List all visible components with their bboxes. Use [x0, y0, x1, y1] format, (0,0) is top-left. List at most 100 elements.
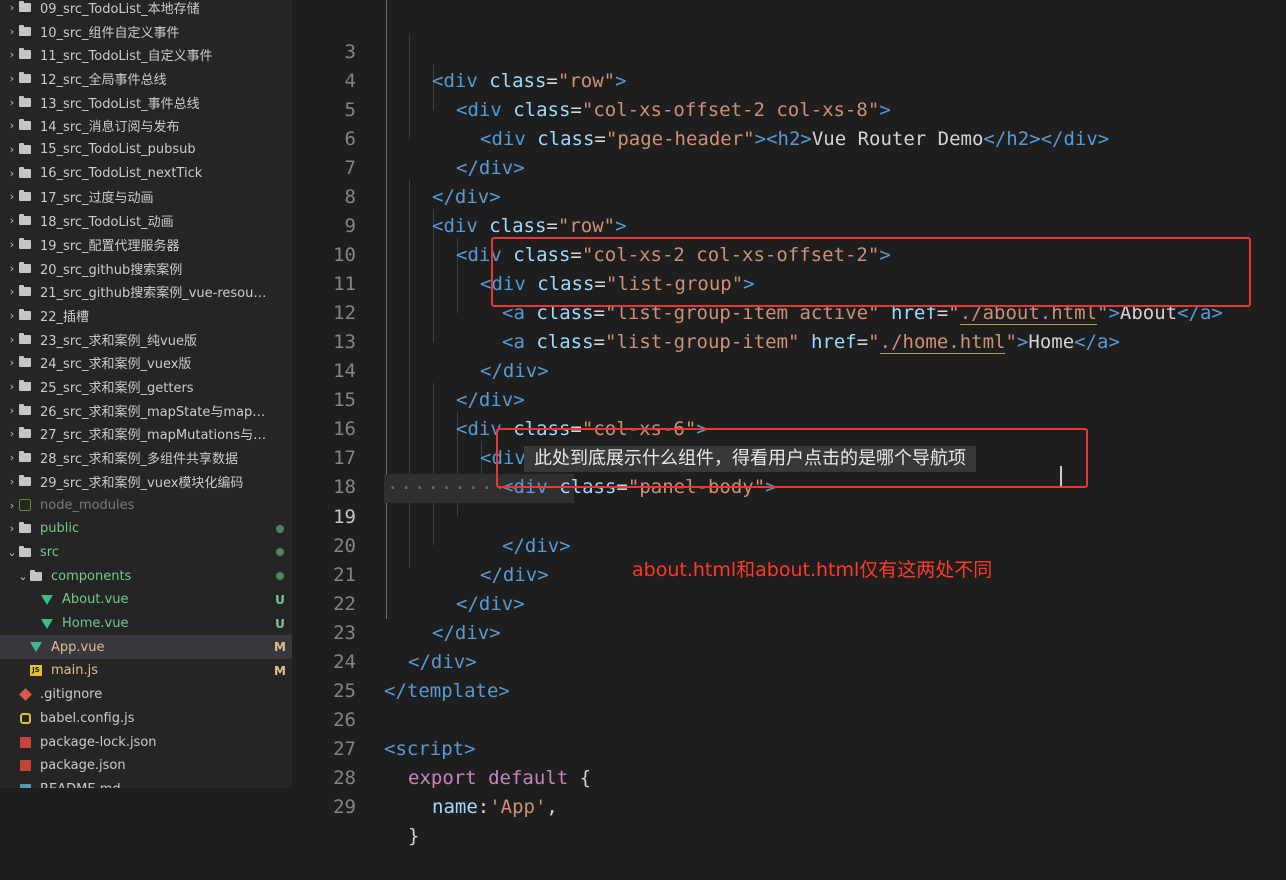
- code-line[interactable]: 3 <div class="row">: [292, 9, 1286, 92]
- tree-item-label: babel.config.js: [40, 710, 135, 726]
- tree-item-label: 17_src_过度与动画: [40, 191, 154, 207]
- tree-item[interactable]: › 13_src_TodoList_事件总线: [0, 90, 292, 114]
- tree-item[interactable]: › 27_src_求和案例_mapMutations与ma...: [0, 422, 292, 446]
- code-line[interactable]: 8 <div class="row">: [292, 154, 1286, 237]
- tree-item[interactable]: › 25_src_求和案例_getters: [0, 375, 292, 399]
- tree-item-label: 12_src_全局事件总线: [40, 72, 167, 88]
- file-explorer: › 09_src_TodoList_本地存储 › 10_src_组件自定义事件 › 11_…: [0, 0, 292, 788]
- chevron-right-icon: ›: [9, 24, 15, 38]
- tree-item[interactable]: ⌄ src: [0, 541, 292, 565]
- code-line[interactable]: 4 <div class="col-xs-offset-2 col-xs-8">: [292, 38, 1286, 121]
- code-line[interactable]: 14 </div>: [292, 328, 1286, 411]
- folder-icon: [18, 24, 32, 37]
- tree-item[interactable]: babel.config.js: [0, 707, 292, 731]
- tree-item-label: 28_src_求和案例_多组件共享数据: [40, 452, 239, 468]
- tree-item[interactable]: › 16_src_TodoList_nextTick: [0, 161, 292, 185]
- tree-item-label: .gitignore: [40, 687, 103, 703]
- tree-item[interactable]: › 12_src_全局事件总线: [0, 67, 292, 91]
- tree-item[interactable]: JS main.js M: [0, 659, 292, 683]
- code-line[interactable]: 16 <div class="panel">: [292, 386, 1286, 469]
- folder-icon: [18, 403, 32, 416]
- tree-item-label: 25_src_求和案例_getters: [40, 381, 194, 397]
- folder-icon: [18, 332, 32, 345]
- folder-icon: [18, 356, 32, 369]
- tree-item[interactable]: › node_modules: [0, 493, 292, 517]
- tree-item[interactable]: › 15_src_TodoList_pubsub: [0, 138, 292, 162]
- git-status-dot: [268, 569, 292, 583]
- tree-item-label: 16_src_TodoList_nextTick: [40, 165, 203, 181]
- tree-item[interactable]: About.vue U: [0, 588, 292, 612]
- folder-icon: [18, 308, 32, 321]
- tree-item-label: 27_src_求和案例_mapMutations与ma...: [40, 428, 268, 444]
- code-line[interactable]: 29 }: [292, 764, 1286, 847]
- json-file-icon: [18, 760, 32, 772]
- code-line[interactable]: 5 <div class="page-header"><h2>Vue Route…: [292, 67, 1286, 150]
- tree-item-label: public: [40, 521, 80, 537]
- chevron-right-icon: ›: [9, 380, 15, 394]
- tree-item[interactable]: › 17_src_过度与动画: [0, 185, 292, 209]
- js-file-icon: JS: [29, 665, 43, 677]
- chevron-right-icon: ›: [9, 522, 15, 536]
- code-editor[interactable]: ·········· 3 <div class="row"> 4 <div cl…: [292, 0, 1286, 847]
- code-line[interactable]: 28 name:'App',: [292, 735, 1286, 818]
- folder-icon: [18, 190, 32, 203]
- tree-item[interactable]: App.vue M: [0, 635, 292, 660]
- tree-item-label: Home.vue: [62, 616, 129, 632]
- tree-item[interactable]: ⌄ components: [0, 564, 292, 588]
- tree-item-label: 21_src_github搜索案例_vue-resource: [40, 286, 268, 302]
- tree-item[interactable]: › 22_插槽: [0, 304, 292, 328]
- chevron-right-icon: ›: [9, 190, 15, 204]
- code-line[interactable]: 26 <script>: [292, 677, 1286, 760]
- tree-item-label: 10_src_组件自定义事件: [40, 25, 180, 41]
- chevron-right-icon: ›: [9, 356, 15, 370]
- chevron-right-icon: ›: [9, 71, 15, 85]
- tree-item[interactable]: › 11_src_TodoList_自定义事件: [0, 43, 292, 67]
- folder-icon: [18, 0, 32, 13]
- tree-item[interactable]: package.json: [0, 754, 292, 778]
- tree-item-label: 22_插槽: [40, 309, 90, 325]
- tree-item[interactable]: › 28_src_求和案例_多组件共享数据: [0, 446, 292, 470]
- tree-item[interactable]: › 26_src_求和案例_mapState与mapGett...: [0, 398, 292, 422]
- tree-item[interactable]: › 21_src_github搜索案例_vue-resource: [0, 280, 292, 304]
- chevron-right-icon: ›: [9, 119, 15, 133]
- code-line[interactable]: 15 <div class="col-xs-6">: [292, 357, 1286, 440]
- tree-item[interactable]: › 29_src_求和案例_vuex模块化编码: [0, 470, 292, 494]
- tree-item-label: 24_src_求和案例_vuex版: [40, 357, 192, 373]
- code-line[interactable]: 6 </div>: [292, 96, 1286, 179]
- folder-icon: [18, 451, 32, 464]
- tree-item[interactable]: Home.vue U: [0, 612, 292, 636]
- tree-item[interactable]: › 24_src_求和案例_vuex版: [0, 351, 292, 375]
- chevron-right-icon: ›: [9, 285, 15, 299]
- code-line[interactable]: 24 </template>: [292, 619, 1286, 702]
- code-line[interactable]: 20 </div>: [292, 503, 1286, 586]
- tree-item[interactable]: › 10_src_组件自定义事件: [0, 19, 292, 43]
- chevron-right-icon: ›: [9, 95, 15, 109]
- chevron-right-icon: ›: [9, 48, 15, 62]
- tree-item[interactable]: package-lock.json: [0, 730, 292, 754]
- folder-icon: [29, 569, 43, 582]
- code-line[interactable]: 27 export default {: [292, 706, 1286, 789]
- tree-item-label: main.js: [51, 663, 98, 679]
- tree-item[interactable]: › 09_src_TodoList_本地存储: [0, 0, 292, 19]
- tree-item[interactable]: › 18_src_TodoList_动画: [0, 209, 292, 233]
- tree-item[interactable]: › 23_src_求和案例_纯vue版: [0, 327, 292, 351]
- tree-item[interactable]: README.md: [0, 778, 292, 788]
- code-line[interactable]: 9 <div class="col-xs-2 col-xs-offset-2">: [292, 183, 1286, 266]
- tree-item-label: src: [40, 544, 59, 560]
- tree-item[interactable]: › 20_src_github搜索案例: [0, 256, 292, 280]
- code-line[interactable]: 23 </div>: [292, 590, 1286, 673]
- vue-file-icon: [40, 618, 54, 630]
- folder-icon: [18, 285, 32, 298]
- chevron-down-icon: ⌄: [7, 545, 17, 559]
- tree-item[interactable]: › 19_src_配置代理服务器: [0, 233, 292, 257]
- git-status-badge: U: [275, 592, 285, 607]
- tree-item[interactable]: › 14_src_消息订阅与发布: [0, 114, 292, 138]
- tree-item-label: 29_src_求和案例_vuex模块化编码: [40, 475, 244, 491]
- vue-file-icon: [40, 594, 54, 606]
- tree-item[interactable]: .gitignore: [0, 683, 292, 707]
- code-line[interactable]: 25: [292, 648, 1286, 702]
- code-line[interactable]: 7 </div>: [292, 125, 1286, 208]
- tree-item[interactable]: › public: [0, 517, 292, 541]
- status-dot-icon: [276, 548, 284, 557]
- vue-file-icon: [29, 641, 43, 653]
